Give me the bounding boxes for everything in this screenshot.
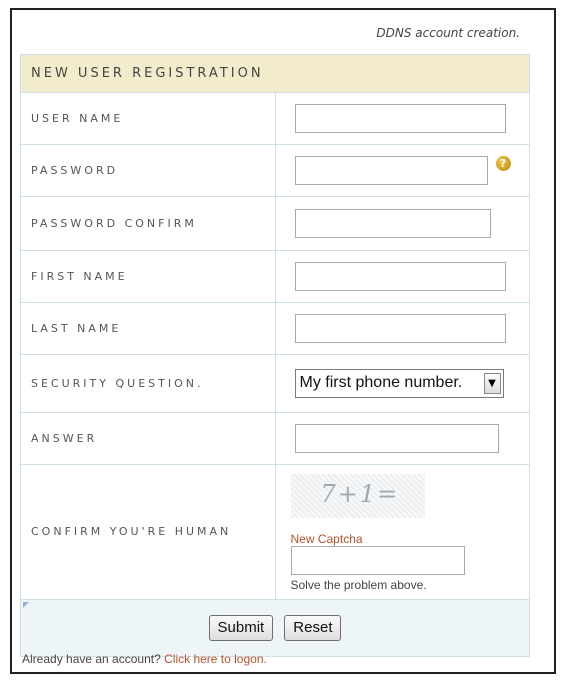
captcha-label: CONFIRM YOU'RE HUMAN	[20, 464, 276, 600]
username-input[interactable]	[294, 104, 506, 133]
last-name-label: LAST NAME	[20, 302, 276, 355]
captcha-input[interactable]	[290, 546, 465, 575]
password-confirm-label: PASSWORD CONFIRM	[20, 196, 276, 251]
captcha-image: 7+1=	[290, 474, 425, 518]
row-first-name: FIRST NAME	[20, 250, 530, 303]
password-input[interactable]	[294, 156, 488, 185]
registration-form: NEW USER REGISTRATION USER NAME PASSWORD…	[20, 54, 530, 657]
row-username: USER NAME	[20, 92, 530, 145]
row-captcha: CONFIRM YOU'RE HUMAN 7+1= New Captcha So…	[20, 464, 530, 600]
logon-link[interactable]: Click here to logon.	[164, 652, 267, 666]
answer-label: ANSWER	[20, 412, 276, 465]
security-question-select[interactable]: My first phone number. ▼	[294, 369, 504, 398]
submit-button[interactable]: Submit	[208, 615, 274, 641]
reset-button[interactable]: Reset	[284, 615, 342, 641]
password-label: PASSWORD	[20, 144, 276, 197]
captcha-image-text: 7+1=	[320, 480, 400, 508]
username-label: USER NAME	[20, 92, 276, 145]
new-captcha-link[interactable]: New Captcha	[291, 532, 530, 546]
row-password-confirm: PASSWORD CONFIRM	[20, 196, 530, 251]
captcha-hint: Solve the problem above.	[290, 578, 427, 592]
row-last-name: LAST NAME	[20, 302, 530, 355]
password-confirm-input[interactable]	[294, 209, 491, 238]
question-icon[interactable]: ?	[495, 156, 511, 171]
footer: Already have an account? Click here to l…	[22, 652, 267, 666]
security-question-label: SECURITY QUESTION.	[20, 354, 276, 413]
row-answer: ANSWER	[20, 412, 530, 465]
dropdown-arrow-icon[interactable]: ▼	[483, 373, 501, 394]
last-name-input[interactable]	[294, 314, 506, 343]
footer-text: Already have an account?	[22, 652, 161, 666]
row-security-question: SECURITY QUESTION. My first phone number…	[20, 354, 530, 413]
row-password: PASSWORD ?	[20, 144, 530, 197]
form-title: NEW USER REGISTRATION	[20, 54, 530, 93]
row-buttons: Submit Reset	[20, 599, 530, 657]
security-question-value: My first phone number.	[299, 374, 463, 391]
first-name-label: FIRST NAME	[20, 250, 276, 303]
page-caption: DDNS account creation.	[376, 26, 520, 40]
first-name-input[interactable]	[294, 262, 506, 291]
resize-corner-icon	[23, 602, 29, 608]
answer-input[interactable]	[294, 424, 499, 453]
